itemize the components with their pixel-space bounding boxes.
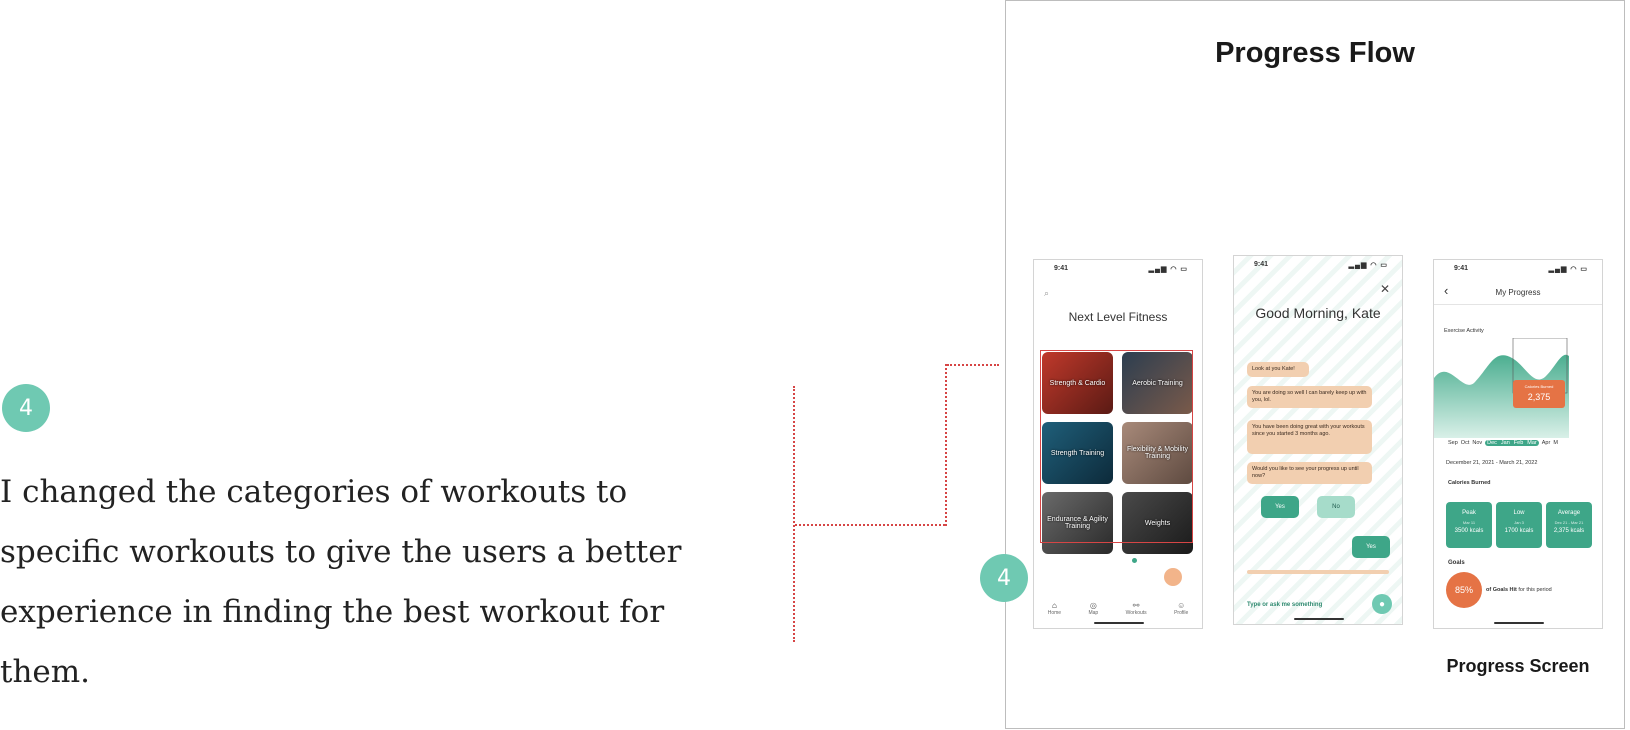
stat-label: Low [1513, 510, 1525, 516]
home-indicator [1294, 618, 1344, 620]
tab-label: Map [1088, 610, 1099, 616]
no-button[interactable]: No [1317, 496, 1355, 518]
month-label-selected[interactable]: Dec [1485, 440, 1499, 446]
peak-stat-card: Peak Mar 11 3500 kcals [1446, 502, 1492, 548]
calories-label: Calories Burned [1448, 480, 1491, 486]
home-indicator [1494, 622, 1544, 624]
frame-caption: Progress Screen [1446, 656, 1590, 676]
date-range: December 21, 2021 - March 21, 2022 [1446, 460, 1538, 466]
connector-elbow [945, 364, 947, 526]
month-label[interactable]: Apr [1542, 440, 1551, 446]
stat-value: 1700 kcals [1504, 528, 1534, 534]
stat-sub: Mar 11 [1462, 520, 1476, 525]
profile-icon: ☺ [1177, 601, 1186, 610]
microphone-icon[interactable]: ● [1372, 594, 1392, 614]
search-icon[interactable]: ⌕ [1044, 288, 1049, 299]
stat-sub: Jan 3 [1514, 520, 1524, 525]
step-description: I changed the categories of workouts to … [0, 474, 682, 690]
chat-divider [1247, 570, 1389, 574]
month-label[interactable]: Sep [1448, 440, 1458, 446]
status-bar: 9:41 ▂▄▆ ◠ ▭ [1434, 265, 1602, 277]
page-dot [1132, 558, 1137, 563]
progress-screen-mockup: 9:41 ▂▄▆ ◠ ▭ ‹ My Progress Exercise Activ… [1433, 259, 1603, 629]
month-label[interactable]: Oct [1461, 440, 1470, 446]
goals-label: Goals [1448, 560, 1465, 566]
frame-title: Progress Flow [1215, 37, 1415, 69]
chat-message: You are doing so well I can barely keep … [1247, 386, 1372, 408]
status-icons: ▂▄▆ ◠ ▭ [1148, 266, 1188, 273]
tab-bar: ⌂ Home ◎ Map ⚯ Workouts ☺ Profile [1034, 601, 1202, 616]
goals-text: of Goals Hit [1486, 587, 1517, 593]
stat-label: Average [1557, 510, 1581, 516]
status-time: 9:41 [1054, 265, 1069, 272]
connector-to-highlight [947, 364, 999, 366]
chat-message: Would you like to see your progress up u… [1247, 462, 1372, 484]
activity-area-chart: Calories Burned 2,375 [1434, 338, 1569, 438]
status-time: 9:41 [1254, 261, 1269, 268]
low-stat-card: Low Jan 3 1700 kcals [1496, 502, 1542, 548]
yes-button[interactable]: Yes [1261, 496, 1299, 518]
chat-input[interactable]: Type or ask me something [1247, 602, 1322, 608]
average-stat-card: Average Dec 21 - Mar 21 2,375 kcals [1546, 502, 1592, 548]
status-bar: 9:41 ▂▄▆ ◠ ▭ [1234, 261, 1402, 273]
close-icon[interactable]: ✕ [1380, 282, 1390, 296]
home-screen-mockup: 9:41 ▂▄▆ ◠ ▭ ⌕ Next Level Fitness Strengt… [1033, 259, 1203, 629]
chat-message: You have been doing great with your work… [1247, 420, 1372, 454]
status-icons: ▂▄▆ ◠ ▭ [1548, 266, 1588, 273]
highlight-box [1040, 350, 1193, 543]
month-label-selected[interactable]: Jan [1498, 440, 1512, 446]
month-label[interactable]: M [1553, 440, 1558, 446]
goals-suffix: for this period [1518, 587, 1552, 593]
connector-horizontal [795, 524, 945, 526]
home-indicator [1094, 622, 1144, 624]
home-icon: ⌂ [1051, 601, 1057, 610]
tab-label: Home [1047, 610, 1062, 616]
connector-vertical [793, 386, 795, 642]
status-icons: ▂▄▆ ◠ ▭ [1348, 262, 1388, 269]
status-bar: 9:41 ▂▄▆ ◠ ▭ [1034, 265, 1202, 277]
chat-message: Look at you Kate! [1247, 362, 1309, 377]
stat-value: 3500 kcals [1454, 528, 1484, 534]
screen-title: My Progress [1495, 288, 1541, 297]
status-time: 9:41 [1454, 265, 1469, 272]
month-label-selected[interactable]: Mar [1525, 440, 1539, 446]
tooltip-label: Calories Burned [1525, 384, 1554, 389]
goals-circle: 85% [1446, 572, 1482, 608]
stat-sub: Dec 21 - Mar 21 [1554, 520, 1584, 525]
dumbbell-icon: ⚯ [1132, 601, 1140, 610]
chat-fab-icon[interactable] [1164, 568, 1182, 586]
stat-label: Peak [1462, 510, 1476, 516]
app-title: Next Level Fitness [1068, 310, 1168, 324]
month-label[interactable]: Nov [1472, 440, 1482, 446]
tooltip-value: 2,375 [1528, 392, 1551, 402]
month-label-selected[interactable]: Feb [1511, 440, 1526, 446]
user-reply: Yes [1352, 536, 1390, 558]
progress-flow-frame: Progress Flow 9:41 ▂▄▆ ◠ ▭ ⌕ Next Level F… [1005, 0, 1625, 729]
section-label: Exercise Activity [1444, 328, 1484, 334]
month-selector[interactable]: Sep Oct Nov Dec Jan Feb Mar Apr M [1448, 440, 1558, 446]
tab-map[interactable]: ◎ Map [1088, 601, 1098, 616]
tab-label: Profile [1174, 610, 1189, 616]
tab-home[interactable]: ⌂ Home [1048, 601, 1061, 616]
tab-label: Workouts [1125, 610, 1147, 616]
step-badge-callout: 4 [980, 554, 1028, 602]
map-pin-icon: ◎ [1089, 601, 1097, 610]
header-divider [1434, 304, 1602, 305]
tab-profile[interactable]: ☺ Profile [1174, 601, 1188, 616]
chat-screen-mockup: 9:41 ▂▄▆ ◠ ▭ ✕ Good Morning, Kate Look at… [1233, 255, 1403, 625]
step-badge: 4 [2, 384, 50, 432]
greeting: Good Morning, Kate [1255, 305, 1381, 321]
goals-caption: of Goals Hit for this period [1486, 587, 1552, 593]
tab-workouts[interactable]: ⚯ Workouts [1126, 601, 1147, 616]
stat-value: 2,375 kcals [1553, 528, 1585, 534]
